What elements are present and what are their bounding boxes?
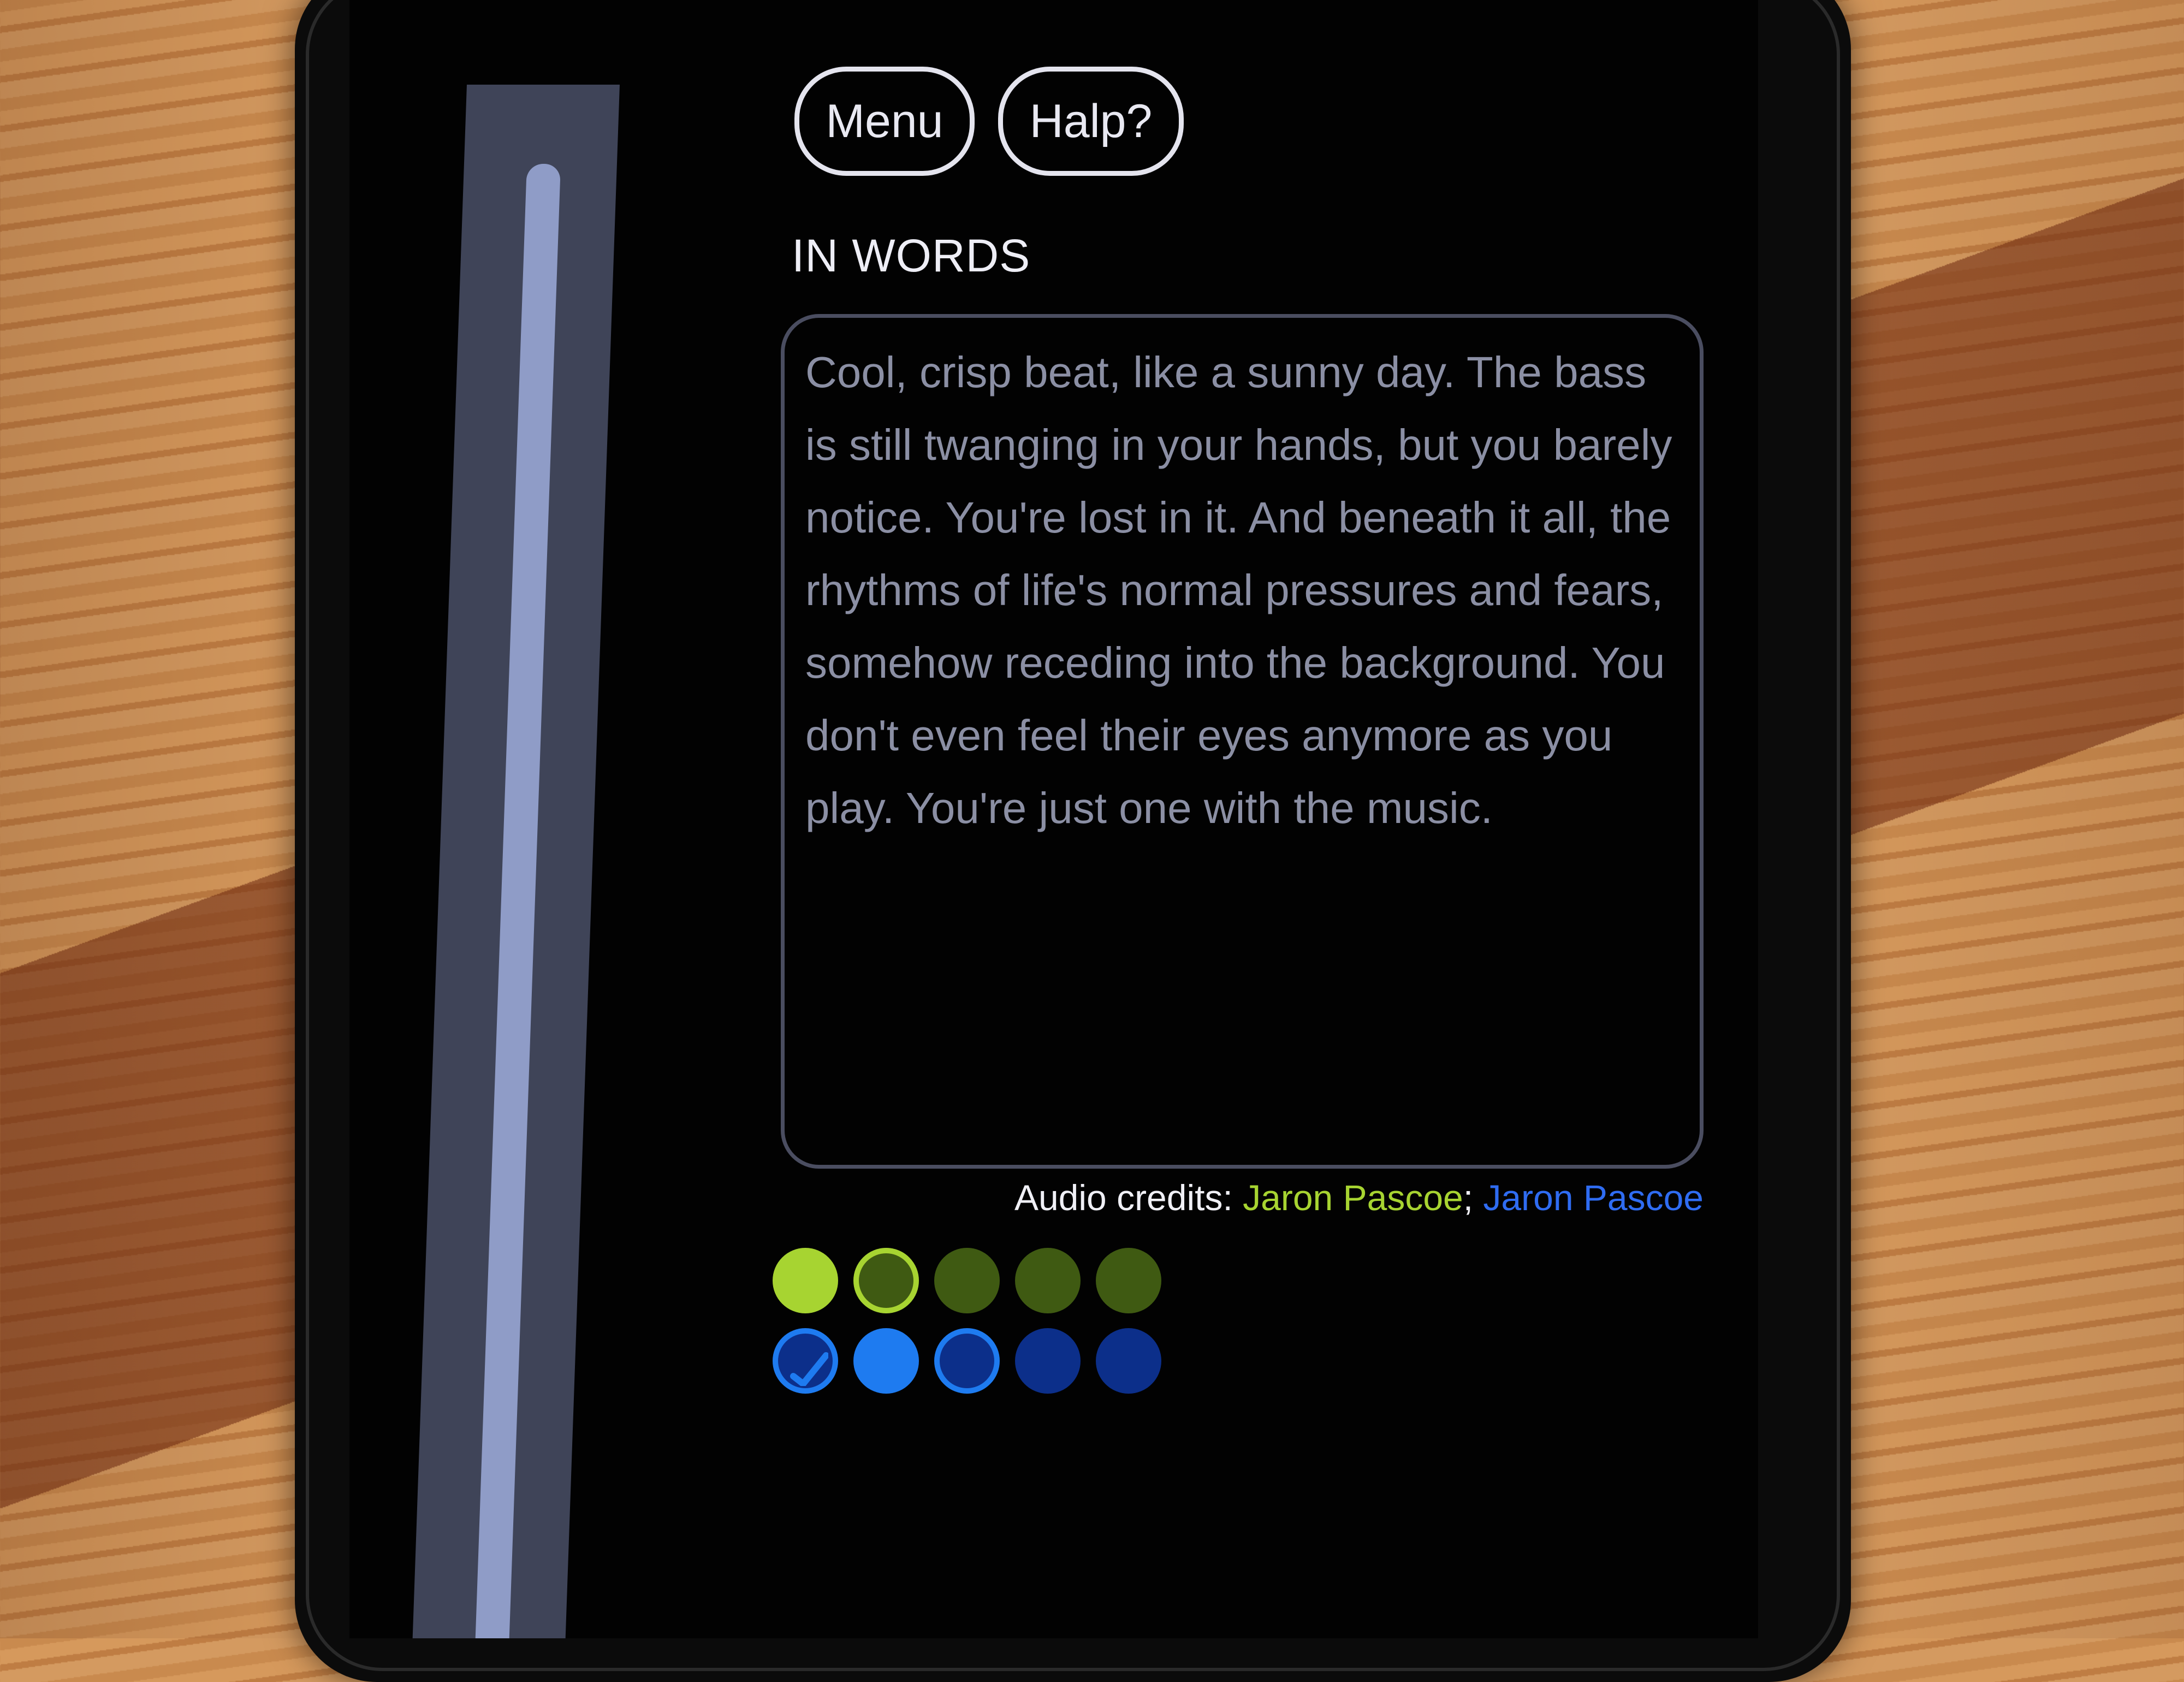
blue-level-dot[interactable] xyxy=(853,1328,919,1394)
green-level-dot[interactable] xyxy=(1015,1248,1081,1313)
credits-separator: ; xyxy=(1463,1177,1474,1218)
green-level-dot[interactable] xyxy=(1096,1248,1161,1313)
audio-credits: Audio credits: Jaron Pascoe; Jaron Pasco… xyxy=(1014,1177,1704,1218)
green-level-dot[interactable] xyxy=(934,1248,1000,1313)
checkmark-icon xyxy=(790,1352,828,1386)
section-title: IN WORDS xyxy=(792,230,1031,281)
help-button[interactable]: Halp? xyxy=(998,67,1184,176)
description-text: Cool, crisp beat, like a sunny day. The … xyxy=(805,348,1672,832)
phone-screen: Menu Halp? IN WORDS Cool, crisp beat, li… xyxy=(349,0,1758,1638)
credits-label: Audio credits: xyxy=(1014,1177,1233,1218)
wood-background xyxy=(0,0,339,1638)
green-artist-link[interactable]: Jaron Pascoe xyxy=(1243,1177,1463,1218)
blue-level-dot[interactable] xyxy=(1015,1328,1081,1394)
menu-button[interactable]: Menu xyxy=(794,67,975,176)
green-level-dot[interactable] xyxy=(853,1248,919,1313)
blue-level-dot[interactable] xyxy=(1096,1328,1161,1394)
wood-background-right xyxy=(1802,0,2184,1638)
green-level-dot[interactable] xyxy=(773,1248,838,1313)
blue-artist-link[interactable]: Jaron Pascoe xyxy=(1483,1177,1704,1218)
blue-level-dot[interactable] xyxy=(773,1328,838,1394)
blue-level-dot[interactable] xyxy=(934,1328,1000,1394)
